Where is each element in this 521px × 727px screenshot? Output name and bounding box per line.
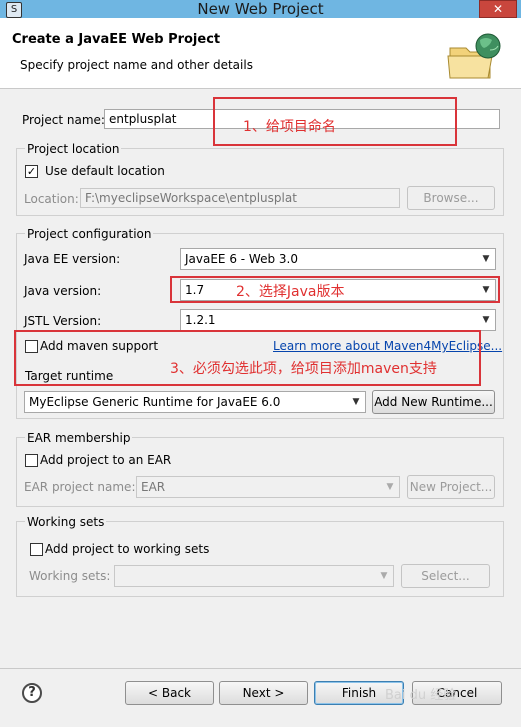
- location-label: Location:: [24, 192, 79, 206]
- jstl-version-label: JSTL Version:: [24, 314, 102, 328]
- ear-project-name-label: EAR project name:: [24, 480, 136, 494]
- chevron-down-icon: ▼: [482, 254, 490, 264]
- annotation-text-3: 3、必须勾选此项，给项目添加maven支持: [170, 361, 437, 377]
- jstl-version-select[interactable]: 1.2.1 ▼: [180, 309, 496, 331]
- ear-project-name-value: EAR: [141, 480, 166, 494]
- window-title: New Web Project: [197, 0, 324, 18]
- project-configuration-heading: Project configuration: [25, 227, 154, 241]
- use-default-location-label: Use default location: [45, 164, 165, 178]
- dialog-window: S New Web Project ✕ Create a JavaEE Web …: [0, 0, 521, 727]
- javaee-version-label: Java EE version:: [24, 252, 121, 266]
- title-bar: S New Web Project ✕: [0, 0, 521, 18]
- add-to-ear-checkbox[interactable]: [25, 454, 38, 467]
- ear-project-name-select[interactable]: EAR ▼: [136, 476, 400, 498]
- use-default-location-checkbox[interactable]: ✓: [25, 165, 38, 178]
- folder-globe-icon: [447, 33, 501, 79]
- project-location-heading: Project location: [25, 142, 122, 156]
- add-to-working-sets-label: Add project to working sets: [45, 542, 210, 556]
- chevron-down-icon: ▼: [352, 397, 360, 407]
- chevron-down-icon: ▼: [482, 315, 490, 325]
- location-input[interactable]: F:\myeclipseWorkspace\entplusplat: [80, 188, 400, 208]
- ear-membership-heading: EAR membership: [25, 431, 133, 445]
- wizard-header: Create a JavaEE Web Project Specify proj…: [0, 18, 521, 89]
- chevron-down-icon: ▼: [386, 482, 394, 492]
- add-to-ear-label: Add project to an EAR: [40, 453, 172, 467]
- java-version-label: Java version:: [24, 284, 102, 298]
- next-button[interactable]: Next >: [219, 681, 308, 705]
- project-name-label: Project name:: [22, 113, 105, 127]
- javaee-version-value: JavaEE 6 - Web 3.0: [185, 252, 298, 266]
- working-sets-select[interactable]: ▼: [114, 565, 394, 587]
- close-button[interactable]: ✕: [479, 0, 517, 18]
- browse-button[interactable]: Browse...: [407, 186, 495, 210]
- annotation-text-1: 1、给项目命名: [243, 119, 336, 135]
- wizard-title: Create a JavaEE Web Project: [12, 32, 221, 47]
- annotation-text-2: 2、选择Java版本: [236, 284, 345, 300]
- jstl-version-value: 1.2.1: [185, 313, 216, 327]
- new-ear-project-button[interactable]: New Project...: [407, 475, 495, 499]
- chevron-down-icon: ▼: [380, 571, 388, 581]
- target-runtime-select[interactable]: MyEclipse Generic Runtime for JavaEE 6.0…: [24, 391, 366, 413]
- back-button[interactable]: < Back: [125, 681, 214, 705]
- javaee-version-select[interactable]: JavaEE 6 - Web 3.0 ▼: [180, 248, 496, 270]
- watermark: Bai du 经验: [385, 688, 457, 703]
- add-to-working-sets-checkbox[interactable]: [30, 543, 43, 556]
- working-sets-label: Working sets:: [29, 569, 111, 583]
- add-new-runtime-button[interactable]: Add New Runtime...: [372, 390, 495, 414]
- target-runtime-value: MyEclipse Generic Runtime for JavaEE 6.0: [29, 395, 281, 409]
- help-icon[interactable]: ?: [22, 683, 42, 703]
- footer-divider: [0, 668, 521, 669]
- wizard-subtitle: Specify project name and other details: [20, 58, 253, 72]
- working-sets-heading: Working sets: [25, 515, 107, 529]
- select-working-sets-button[interactable]: Select...: [401, 564, 490, 588]
